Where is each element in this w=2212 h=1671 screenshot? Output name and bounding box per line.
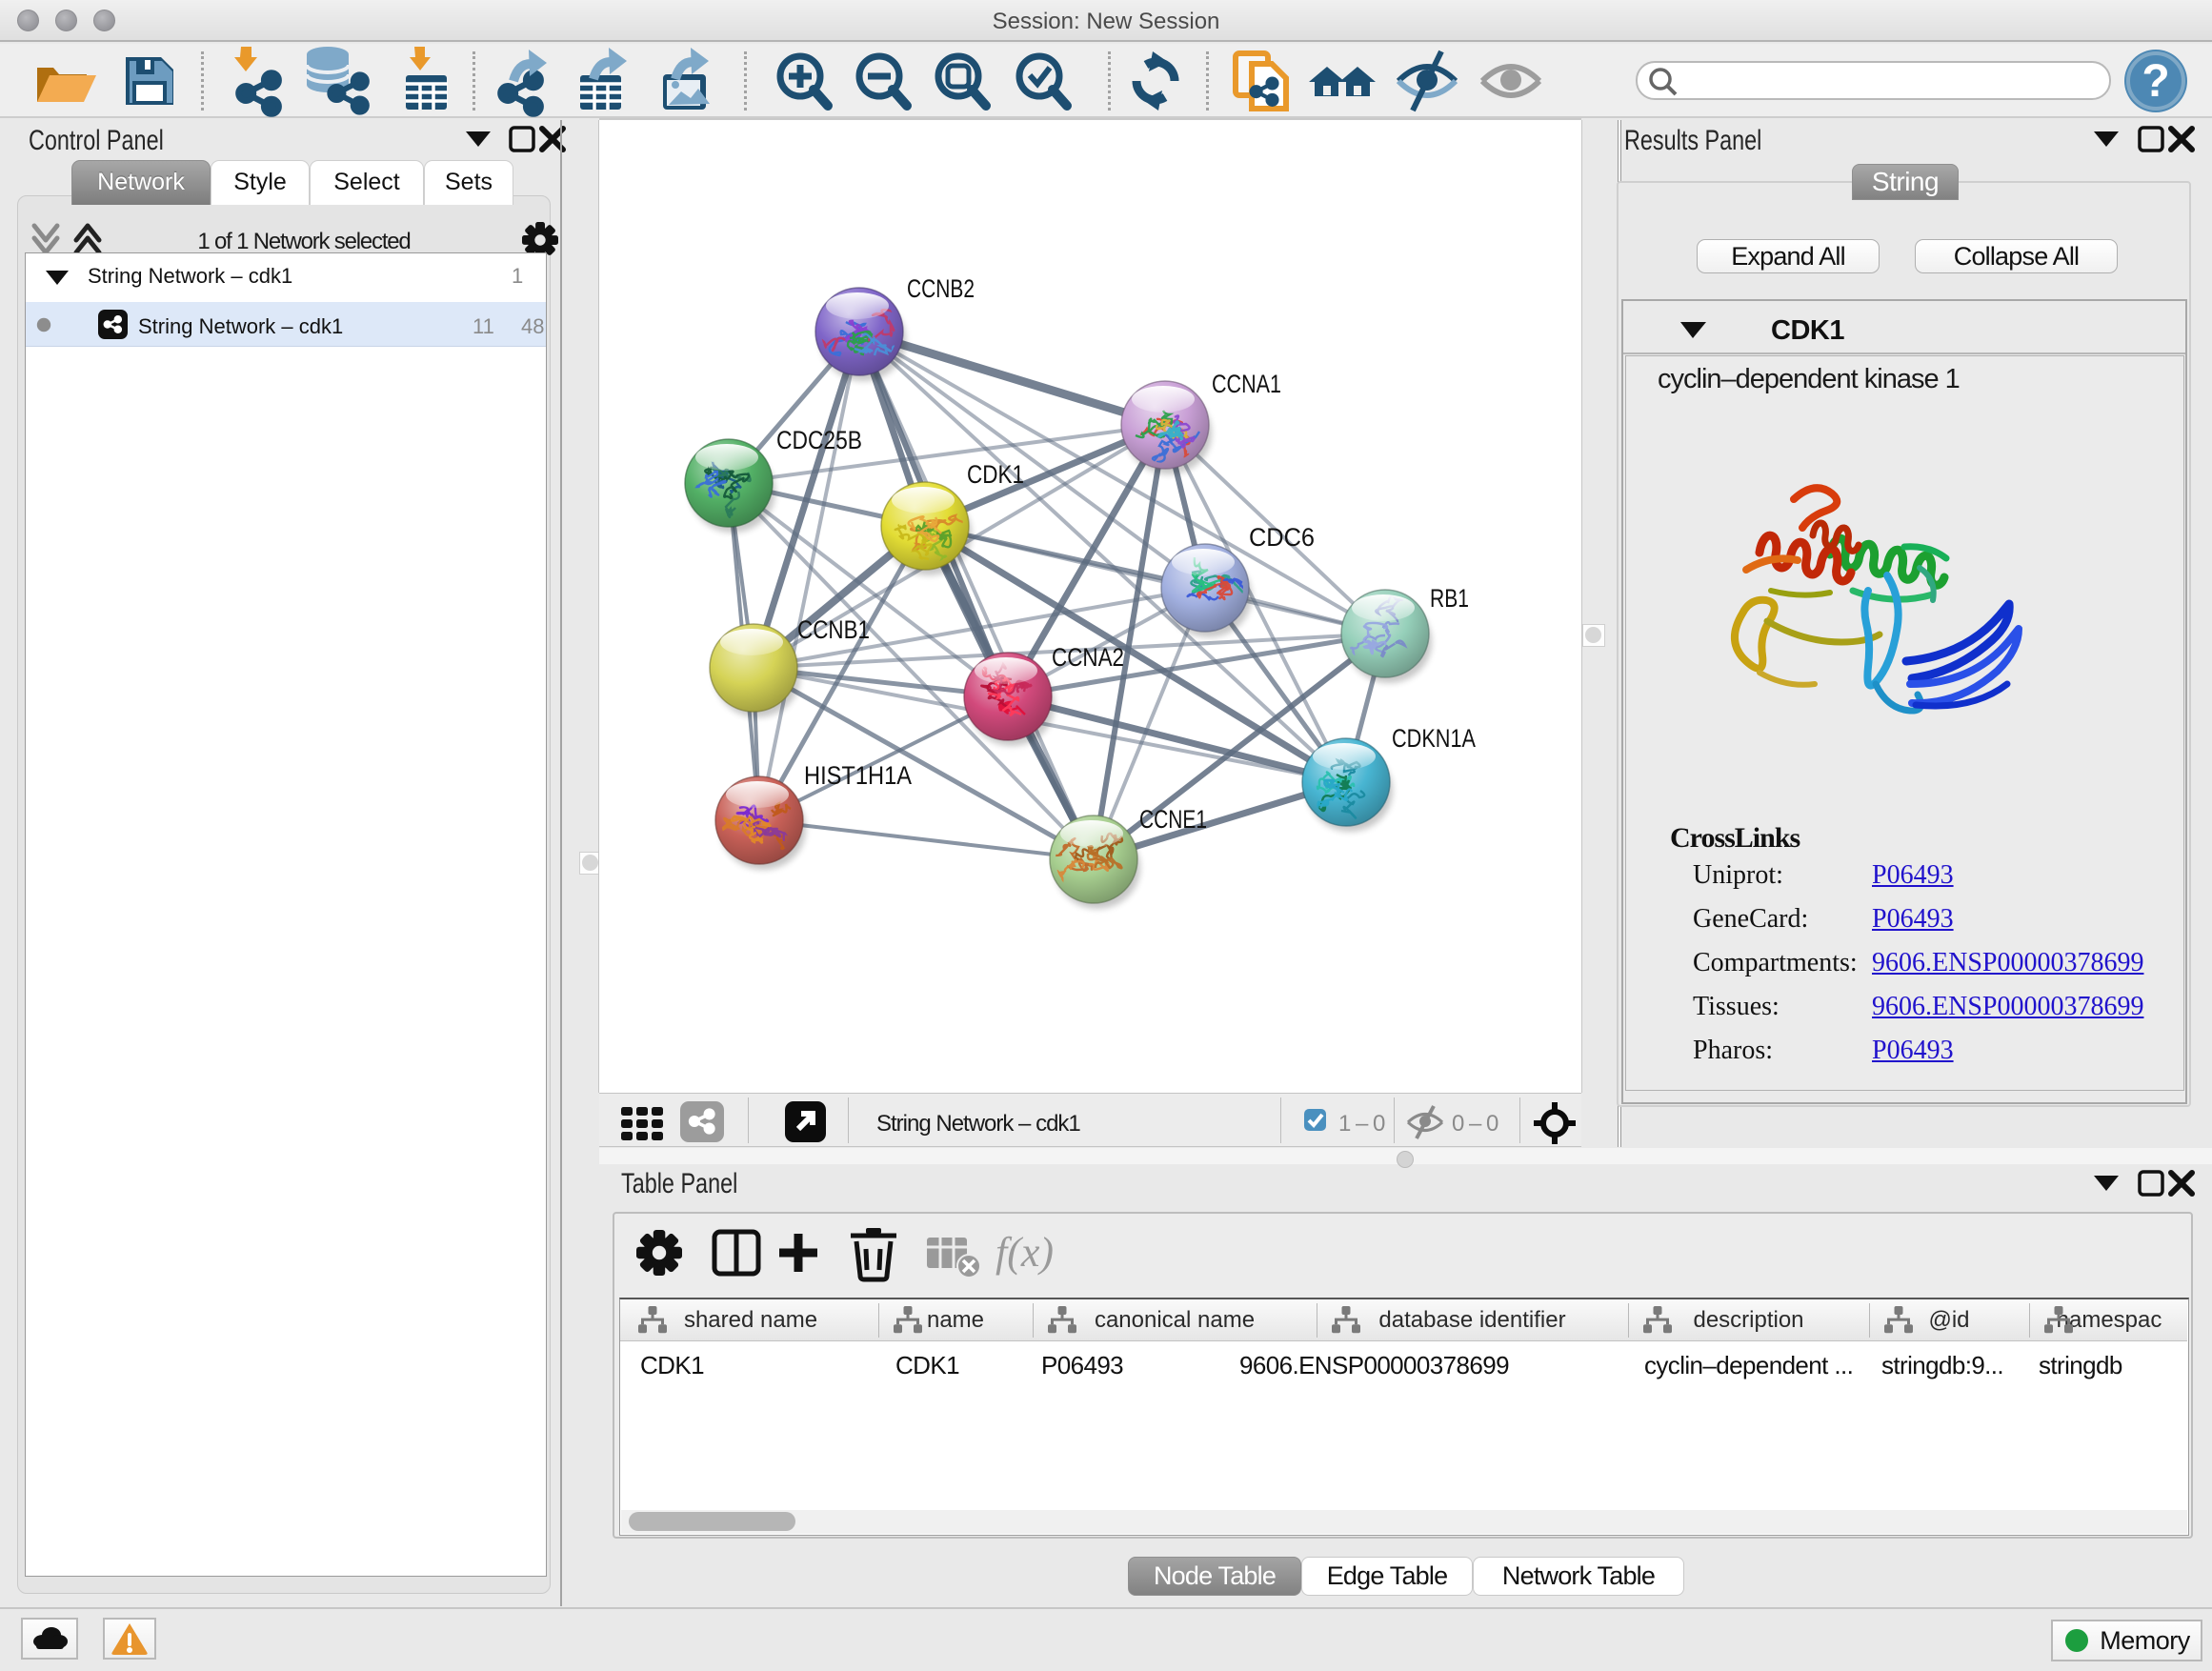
svg-text:CDC25B: CDC25B bbox=[776, 426, 862, 454]
svg-text:CCNA2: CCNA2 bbox=[1052, 643, 1124, 672]
svg-text:f(x): f(x) bbox=[995, 1229, 1054, 1276]
svg-text:RB1: RB1 bbox=[1430, 584, 1469, 613]
svg-text:CCNA1: CCNA1 bbox=[1212, 370, 1281, 398]
svg-text:CCNE1: CCNE1 bbox=[1139, 805, 1207, 834]
svg-text:?: ? bbox=[2142, 56, 2169, 107]
svg-text:HIST1H1A: HIST1H1A bbox=[804, 761, 912, 790]
svg-text:CCNB2: CCNB2 bbox=[907, 274, 975, 303]
svg-text:CDC6: CDC6 bbox=[1249, 523, 1315, 552]
svg-text:CDKN1A: CDKN1A bbox=[1392, 724, 1476, 753]
svg-text:CDK1: CDK1 bbox=[967, 460, 1024, 489]
svg-text:CCNB1: CCNB1 bbox=[797, 615, 870, 644]
